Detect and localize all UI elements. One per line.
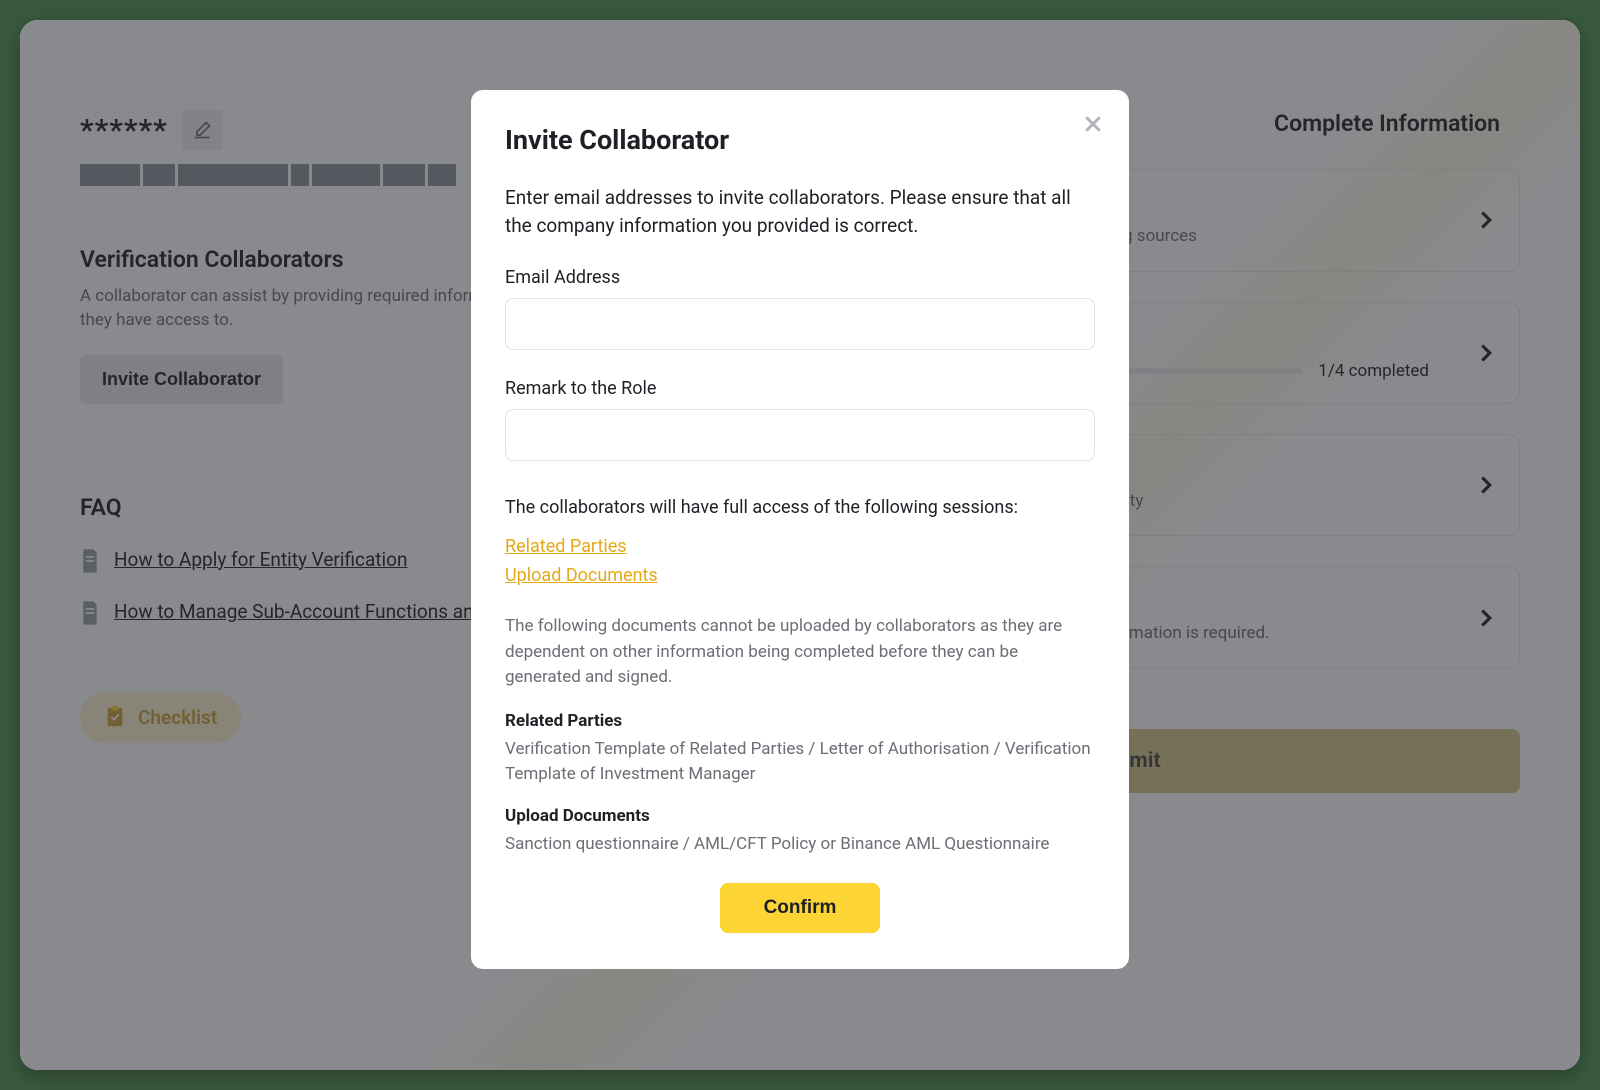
access-link-related-parties[interactable]: Related Parties	[505, 536, 1095, 557]
remark-label: Remark to the Role	[505, 378, 1095, 399]
modal-intro: Enter email addresses to invite collabor…	[505, 184, 1095, 239]
access-note: The collaborators will have full access …	[505, 497, 1095, 518]
email-input[interactable]	[505, 298, 1095, 350]
email-label: Email Address	[505, 267, 1095, 288]
remark-input[interactable]	[505, 409, 1095, 461]
modal-overlay: Invite Collaborator Enter email addresse…	[20, 20, 1580, 1070]
close-button[interactable]	[1079, 110, 1107, 138]
invite-collaborator-modal: Invite Collaborator Enter email addresse…	[471, 90, 1129, 969]
restriction-note: The following documents cannot be upload…	[505, 614, 1095, 691]
restriction-head: Upload Documents	[505, 806, 1095, 826]
access-link-upload-documents[interactable]: Upload Documents	[505, 565, 1095, 586]
confirm-button[interactable]: Confirm	[720, 883, 881, 933]
restriction-desc: Sanction questionnaire / AML/CFT Policy …	[505, 832, 1095, 858]
close-icon	[1083, 114, 1103, 134]
restriction-desc: Verification Template of Related Parties…	[505, 737, 1095, 788]
modal-title: Invite Collaborator	[505, 124, 1095, 156]
restriction-head: Related Parties	[505, 711, 1095, 731]
